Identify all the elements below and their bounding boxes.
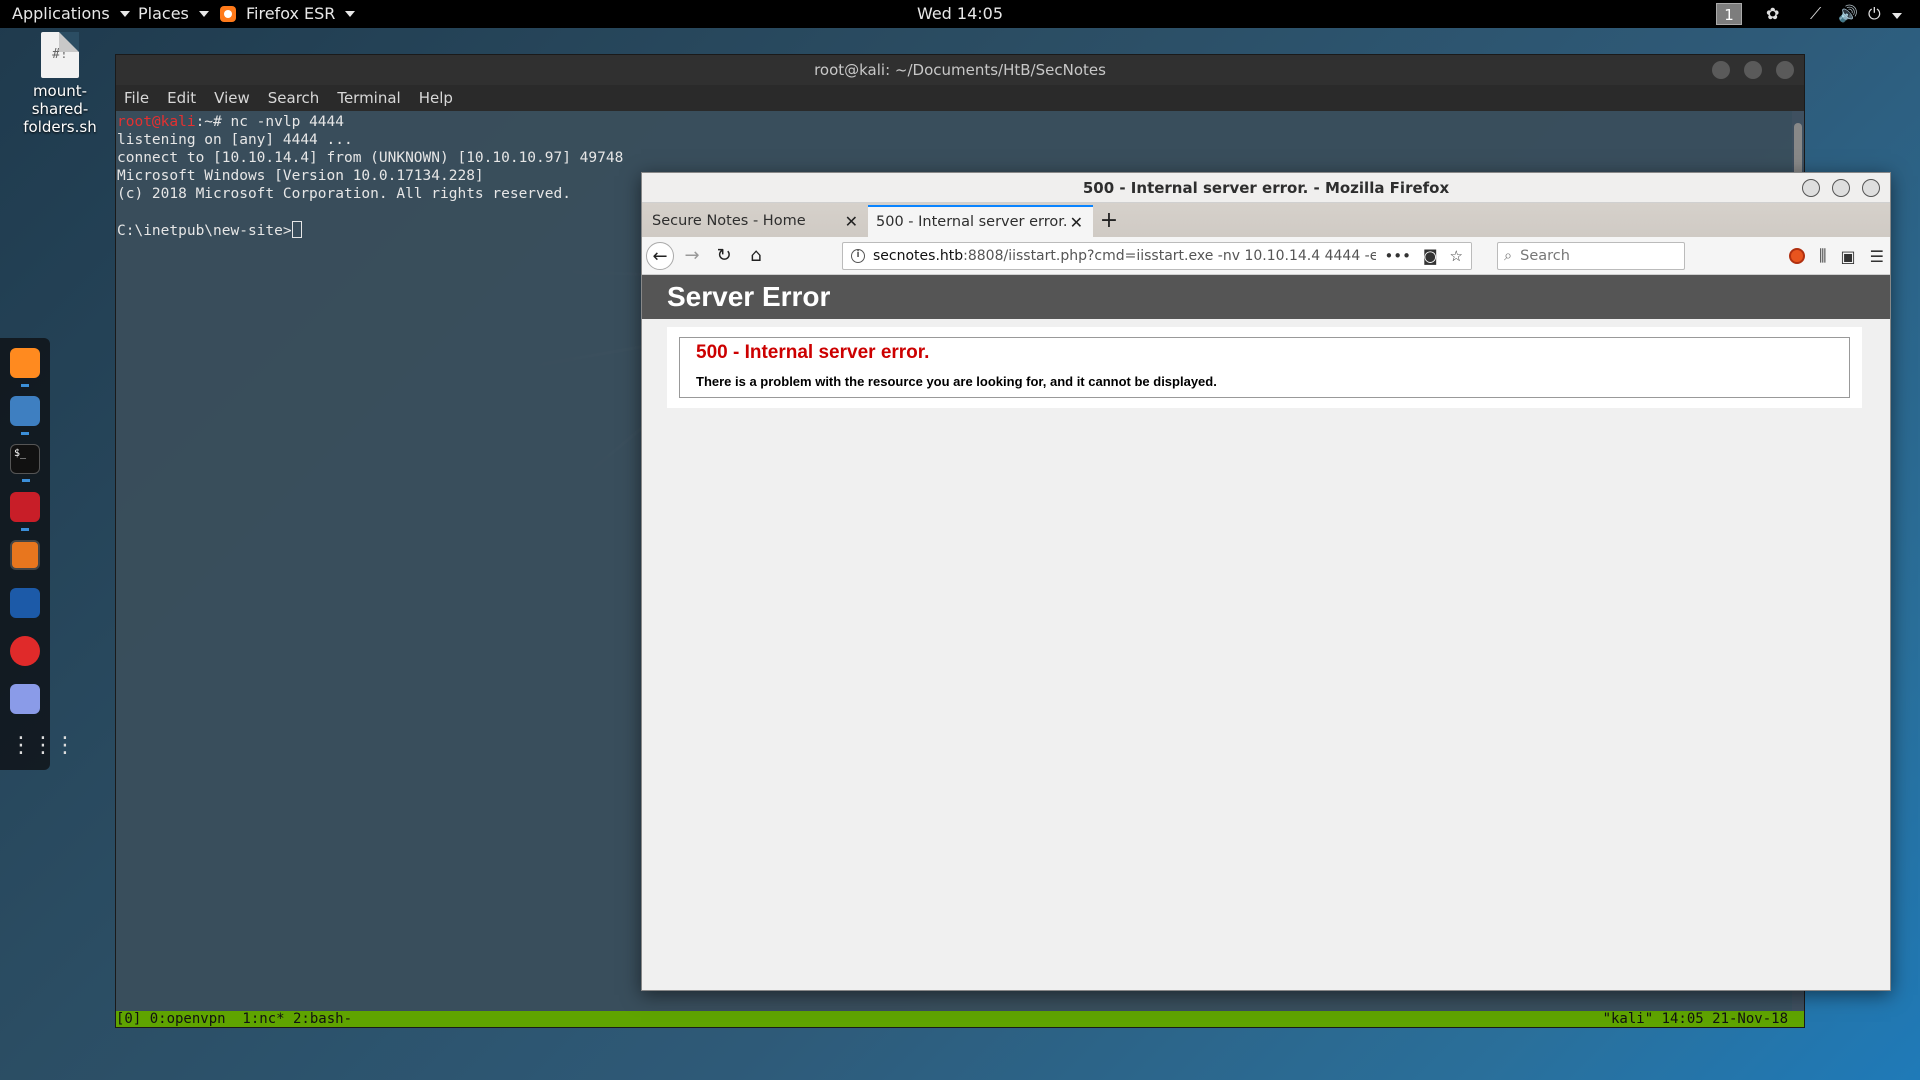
files-icon[interactable]	[10, 396, 40, 435]
terminal-titlebar[interactable]: root@kali: ~/Documents/HtB/SecNotes	[116, 55, 1804, 85]
site-info-icon[interactable]: i	[851, 249, 865, 263]
reload-icon[interactable]: ↻	[710, 242, 738, 270]
network-icon[interactable]: ⟋	[1810, 4, 1821, 24]
desktop-file-label: mount-shared-folders.sh	[23, 82, 97, 136]
desktop-file-mount-shared-folders[interactable]: #! mount-shared-folders.sh	[6, 32, 114, 136]
menu-help[interactable]: Help	[419, 89, 453, 107]
workspace-indicator[interactable]: 1	[1716, 3, 1742, 25]
volume-icon[interactable]: 🔊	[1838, 4, 1858, 23]
armitage-icon[interactable]	[10, 636, 40, 666]
search-icon: ⌕	[1504, 248, 1513, 264]
tmux-status-bar: [0] 0:openvpn 1:nc* 2:bash- "kali" 14:05 …	[116, 1011, 1804, 1027]
page-title: Server Error	[642, 275, 1890, 319]
tab-internal-server-error[interactable]: 500 - Internal server error. ✕	[868, 205, 1093, 237]
maltego-icon[interactable]	[10, 588, 40, 618]
text-editor-icon[interactable]	[10, 684, 40, 714]
firefox-window[interactable]: 500 - Internal server error. - Mozilla F…	[641, 172, 1891, 991]
power-icon[interactable]: ⏻	[1868, 4, 1881, 24]
forward-arrow-icon[interactable]: →	[678, 242, 706, 270]
home-icon[interactable]: ⌂	[742, 242, 770, 270]
error-heading: 500 - Internal server error.	[696, 342, 930, 363]
tmux-windows: [0] 0:openvpn 1:nc* 2:bash-	[116, 1011, 353, 1027]
error-box: 500 - Internal server error. There is a …	[679, 337, 1850, 398]
maximize-button[interactable]	[1832, 179, 1850, 197]
close-button[interactable]	[1862, 179, 1880, 197]
terminal-icon[interactable]: $_	[10, 444, 40, 482]
menu-edit[interactable]: Edit	[167, 89, 196, 107]
sidebar-icon[interactable]: ▣	[1841, 247, 1856, 266]
menu-terminal[interactable]: Terminal	[337, 89, 400, 107]
menu-view[interactable]: View	[214, 89, 250, 107]
firefox-window-title: 500 - Internal server error. - Mozilla F…	[1082, 179, 1450, 197]
text-cursor	[291, 221, 302, 238]
pocket-icon[interactable]: ◙	[1423, 247, 1438, 265]
hamburger-menu-icon[interactable]: ☰	[1870, 247, 1884, 266]
top-panel: Applications Places Firefox ESR Wed 14:0…	[0, 0, 1920, 28]
clock[interactable]: Wed 14:05	[0, 4, 1920, 23]
search-input[interactable]: ⌕ Search	[1497, 242, 1685, 270]
app-grid-icon[interactable]: ⋮⋮⋮	[10, 732, 76, 762]
page-content: Server Error 500 - Internal server error…	[642, 275, 1890, 990]
tab-secure-notes-home[interactable]: Secure Notes - Home ✕	[644, 205, 868, 237]
firefox-titlebar[interactable]: 500 - Internal server error. - Mozilla F…	[642, 173, 1890, 203]
close-tab-icon[interactable]: ✕	[845, 212, 858, 231]
dock: $_ ⋮⋮⋮	[0, 338, 76, 770]
output-line: Microsoft Windows [Version 10.0.17134.22…	[117, 168, 484, 184]
navigation-toolbar: ← → ↻ ⌂ i secnotes.htb:8808/iisstart.php…	[642, 237, 1890, 275]
url-host: secnotes.htb	[873, 248, 964, 264]
ublock-icon[interactable]	[1789, 248, 1806, 264]
minimize-button[interactable]	[1712, 61, 1730, 79]
output-line: (c) 2018 Microsoft Corporation. All righ…	[117, 186, 571, 202]
url-bar[interactable]: i secnotes.htb:8808/iisstart.php?cmd=iis…	[842, 242, 1472, 270]
url-path: :8808/iisstart.php?cmd=iisstart.exe -nv …	[963, 248, 1405, 264]
close-button[interactable]	[1776, 61, 1794, 79]
prompt-user: root@kali	[117, 114, 196, 130]
tab-label: 500 - Internal server error.	[876, 214, 1068, 230]
tab-label: Secure Notes - Home	[652, 213, 806, 229]
maximize-button[interactable]	[1744, 61, 1762, 79]
close-tab-icon[interactable]: ✕	[1070, 213, 1083, 232]
windows-prompt: C:\inetpub\new-site>	[117, 223, 292, 239]
minimize-button[interactable]	[1802, 179, 1820, 197]
new-tab-button[interactable]: +	[1093, 205, 1125, 237]
error-container: 500 - Internal server error. There is a …	[667, 327, 1862, 408]
page-actions-icon[interactable]: •••	[1384, 247, 1411, 265]
output-line: connect to [10.10.14.4] from (UNKNOWN) […	[117, 150, 624, 166]
burpsuite-icon[interactable]	[10, 540, 40, 570]
chevron-down-icon[interactable]	[1888, 4, 1902, 23]
metasploit-icon[interactable]	[10, 492, 40, 531]
tmux-host-time: "kali" 14:05 21-Nov-18	[1602, 1011, 1788, 1027]
tab-strip: Secure Notes - Home ✕ 500 - Internal ser…	[642, 203, 1890, 237]
library-icon[interactable]: ⫼	[1819, 246, 1826, 266]
error-message: There is a problem with the resource you…	[696, 374, 1217, 389]
bookmark-star-icon[interactable]: ☆	[1450, 247, 1463, 265]
prompt-command: :~# nc -nvlp 4444	[195, 114, 344, 130]
back-arrow-icon[interactable]: ←	[646, 242, 674, 270]
script-file-icon: #!	[41, 32, 79, 78]
menu-search[interactable]: Search	[268, 89, 320, 107]
output-line: listening on [any] 4444 ...	[117, 132, 353, 148]
menu-file[interactable]: File	[124, 89, 149, 107]
extensions-icon[interactable]: ✿	[1766, 4, 1779, 23]
terminal-menubar: File Edit View Search Terminal Help	[116, 85, 1804, 111]
terminal-title: root@kali: ~/Documents/HtB/SecNotes	[814, 61, 1106, 79]
firefox-icon[interactable]	[10, 348, 40, 387]
search-placeholder: Search	[1520, 248, 1570, 264]
